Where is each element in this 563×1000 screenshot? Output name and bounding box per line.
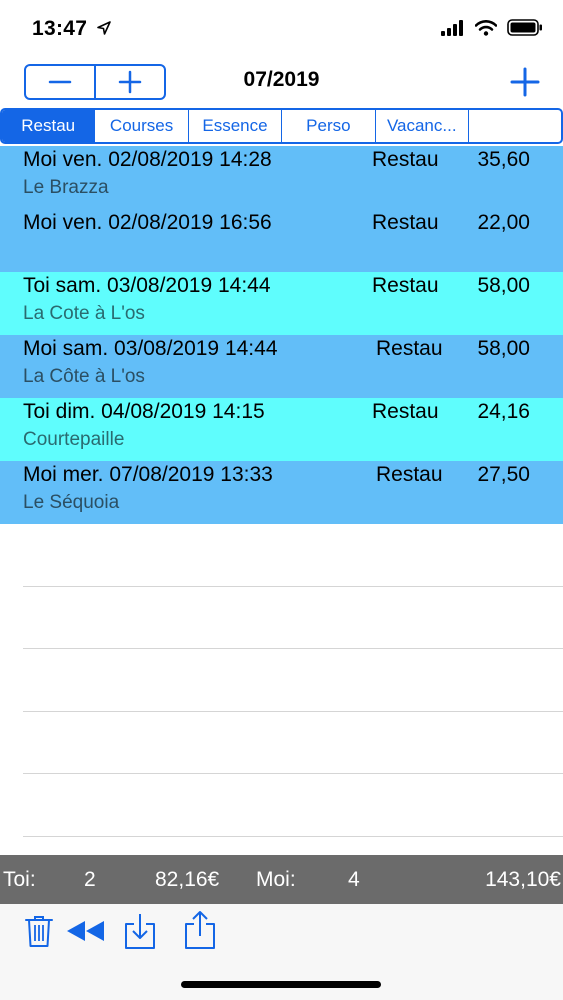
toi-label: Toi: xyxy=(3,868,36,891)
segment-essence[interactable]: Essence xyxy=(189,110,283,142)
entry-amount: 58,00 xyxy=(477,274,530,297)
rewind-icon xyxy=(67,921,104,941)
month-stepper[interactable] xyxy=(24,64,166,100)
segment-courses[interactable]: Courses xyxy=(95,110,189,142)
list-item[interactable]: Moi mer. 07/08/2019 13:33 Restau 27,50 L… xyxy=(0,461,563,524)
minus-icon xyxy=(48,80,72,84)
share-button[interactable] xyxy=(184,910,216,955)
entry-amount: 27,50 xyxy=(477,463,530,486)
entry-amount: 58,00 xyxy=(477,337,530,360)
entry-date: Moi ven. 02/08/2019 16:56 xyxy=(23,211,272,234)
plus-icon xyxy=(118,70,142,94)
empty-row-separator xyxy=(23,649,563,712)
moi-count: 4 xyxy=(348,868,360,891)
list-item[interactable]: Moi sam. 03/08/2019 14:44 Restau 58,00 L… xyxy=(0,335,563,398)
expense-list: Moi ven. 02/08/2019 14:28 Restau 35,60 L… xyxy=(0,146,563,837)
toi-total: 82,16€ xyxy=(155,868,220,891)
download-icon xyxy=(125,914,155,949)
delete-button[interactable] xyxy=(24,914,54,953)
toi-count: 2 xyxy=(84,868,96,891)
rewind-button[interactable] xyxy=(67,921,105,946)
home-indicator[interactable] xyxy=(181,981,381,988)
plus-icon xyxy=(510,67,540,97)
entry-place: La Côte à L'os xyxy=(23,366,145,387)
list-item[interactable]: Toi dim. 04/08/2019 14:15 Restau 24,16 C… xyxy=(0,398,563,461)
empty-row-separator xyxy=(23,774,563,837)
list-item[interactable]: Moi ven. 02/08/2019 14:28 Restau 35,60 L… xyxy=(0,146,563,209)
category-segmented-control: Restau Courses Essence Perso Vacanc... xyxy=(0,108,563,144)
entry-place: Courtepaille xyxy=(23,429,125,450)
entry-date: Moi mer. 07/08/2019 13:33 xyxy=(23,463,273,486)
entry-category: Restau xyxy=(372,148,439,171)
totals-bar: Toi: 2 82,16€ Moi: 4 143,10€ xyxy=(0,855,563,904)
wifi-icon xyxy=(475,19,497,36)
entry-category: Restau xyxy=(376,337,443,360)
entry-category: Restau xyxy=(372,274,439,297)
segment-restau[interactable]: Restau xyxy=(2,110,96,142)
entry-amount: 24,16 xyxy=(477,400,530,423)
segment-vacances[interactable]: Vacanc... xyxy=(376,110,469,142)
empty-row-separator xyxy=(23,587,563,649)
battery-icon xyxy=(507,19,542,36)
segment-empty xyxy=(469,110,561,142)
entry-category: Restau xyxy=(372,211,439,234)
next-month-button[interactable] xyxy=(94,66,164,98)
previous-month-button[interactable] xyxy=(26,66,94,98)
entry-date: Moi sam. 03/08/2019 14:44 xyxy=(23,337,278,360)
entry-category: Restau xyxy=(372,400,439,423)
status-indicators xyxy=(441,19,543,36)
status-bar: 13:47 xyxy=(0,0,563,58)
moi-total: 143,10€ xyxy=(485,868,561,891)
entry-amount: 35,60 xyxy=(477,148,530,171)
add-entry-button[interactable] xyxy=(509,66,541,98)
location-arrow-icon xyxy=(97,21,111,35)
entry-date: Toi dim. 04/08/2019 14:15 xyxy=(23,400,265,423)
entry-place: Le Séquoia xyxy=(23,492,120,513)
entry-category: Restau xyxy=(376,463,443,486)
list-item[interactable]: Toi sam. 03/08/2019 14:44 Restau 58,00 L… xyxy=(0,272,563,335)
empty-row-separator xyxy=(23,524,563,587)
trash-icon xyxy=(25,916,53,947)
import-button[interactable] xyxy=(124,912,156,955)
entry-place: Le Brazza xyxy=(23,177,109,198)
entry-amount: 22,00 xyxy=(477,211,530,234)
empty-row-separator xyxy=(23,712,563,774)
segment-perso[interactable]: Perso xyxy=(282,110,376,142)
entry-date: Toi sam. 03/08/2019 14:44 xyxy=(23,274,271,297)
status-time: 13:47 xyxy=(32,17,88,40)
share-icon xyxy=(185,911,215,949)
entry-date: Moi ven. 02/08/2019 14:28 xyxy=(23,148,272,171)
moi-label: Moi: xyxy=(256,868,296,891)
list-item[interactable]: Moi ven. 02/08/2019 16:56 Restau 22,00 xyxy=(0,209,563,272)
entry-place: La Cote à L'os xyxy=(23,303,145,324)
signal-bars-icon xyxy=(441,19,463,36)
